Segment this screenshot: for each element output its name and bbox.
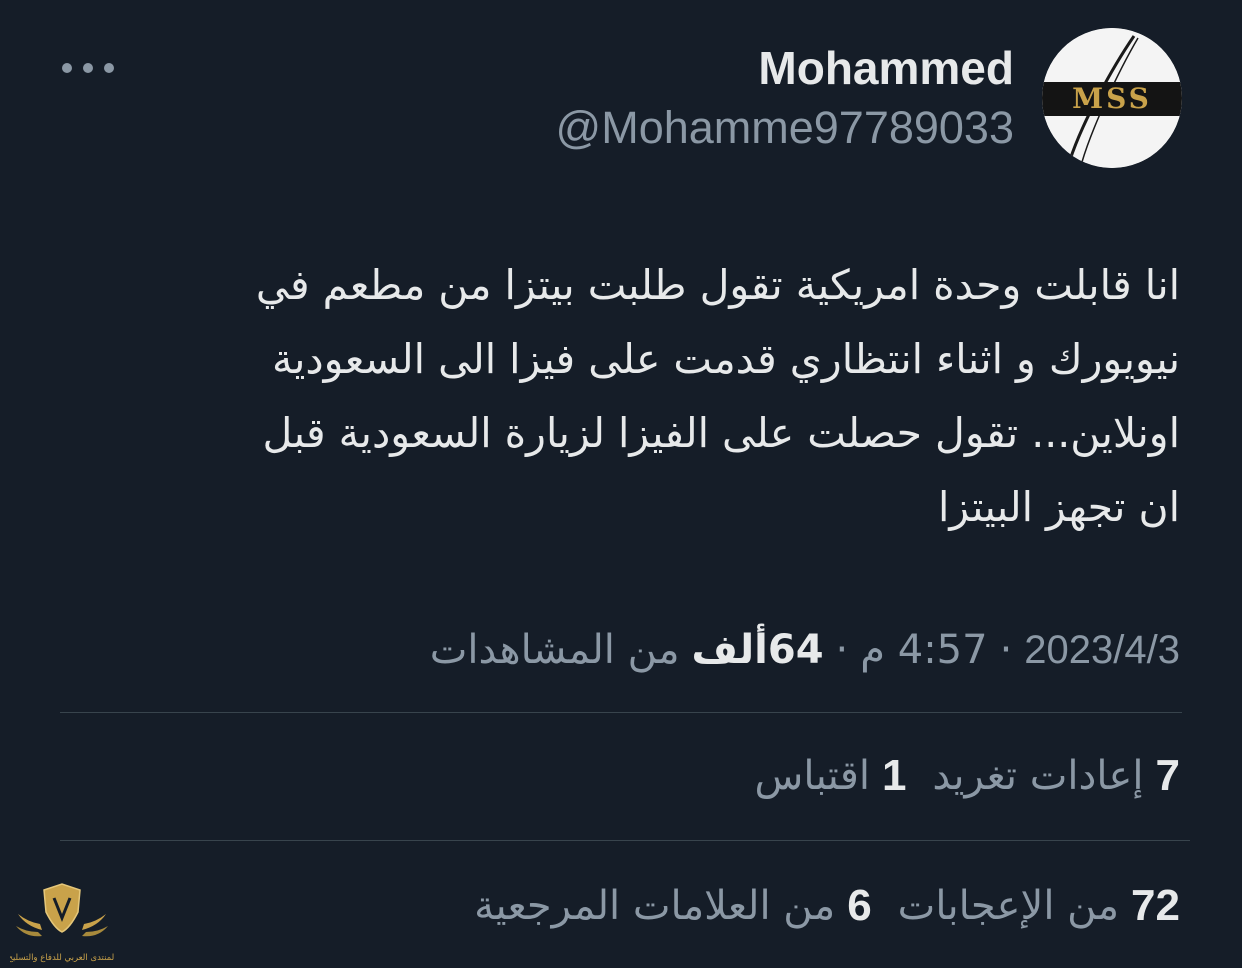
divider [60, 712, 1182, 713]
watermark-text: المنتدى العربي للدفاع والتسليح [10, 953, 114, 963]
bookmarks-stat[interactable]: 6 من العلامات المرجعية [474, 881, 872, 931]
views-count: 64ألف [691, 627, 824, 673]
meta-separator: · [835, 627, 849, 673]
tweet-time[interactable]: 4:57 م [860, 627, 987, 673]
tweet-meta: 2023/4/3 · 4:57 م · 64ألف من المشاهدات [430, 618, 1180, 682]
author-handle[interactable]: @Mohamme97789033 [556, 100, 1014, 156]
likes-stat[interactable]: 72 من الإعجابات [898, 881, 1180, 931]
retweets-count: 7 [1155, 751, 1180, 800]
retweets-stat[interactable]: 7 إعادات تغريد [932, 751, 1180, 801]
avatar-text: MSS [1072, 82, 1152, 115]
more-dot [104, 63, 114, 73]
likes-count: 72 [1131, 881, 1180, 930]
tweet-line: اونلاين... تقول حصلت على الفيزا لزيارة ا… [262, 409, 1180, 457]
avatar[interactable]: MSS [1042, 28, 1182, 168]
mss-logo-icon: MSS [1042, 28, 1182, 168]
author-name[interactable]: Mohammed [758, 40, 1014, 96]
forum-watermark-logo: المنتدى العربي للدفاع والتسليح [7, 876, 117, 964]
more-dot [62, 63, 72, 73]
more-options-button[interactable] [62, 54, 114, 82]
tweet-date[interactable]: 2023/4/3 [1024, 628, 1180, 673]
quotes-stat[interactable]: 1 اقتباس [755, 751, 907, 801]
quotes-label: اقتباس [754, 753, 870, 799]
stats-row-retweets: 7 إعادات تغريد 1 اقتباس [729, 744, 1180, 808]
shield-logo-icon: المنتدى العربي للدفاع والتسليح [7, 883, 117, 963]
bookmarks-label: من العلامات المرجعية [474, 883, 836, 929]
tweet-text: انا قابلت وحدة امريكية تقول طلبت بيتزا م… [70, 248, 1180, 544]
meta-separator: · [999, 627, 1013, 673]
likes-label: من الإعجابات [897, 883, 1120, 929]
retweets-label: إعادات تغريد [932, 753, 1144, 799]
bookmarks-count: 6 [847, 881, 872, 930]
more-dot [83, 63, 93, 73]
quotes-count: 1 [881, 751, 907, 800]
tweet-line: انا قابلت وحدة امريكية تقول طلبت بيتزا م… [255, 261, 1180, 309]
stats-row-likes: 72 من الإعجابات 6 من العلامات المرجعية [448, 874, 1180, 938]
tweet-line: ان تجهز البيتزا [938, 483, 1180, 531]
views-label: من المشاهدات [429, 627, 680, 673]
divider [60, 840, 1190, 841]
tweet-line: نيويورك و اثناء انتظاري قدمت على فيزا ال… [271, 335, 1180, 383]
